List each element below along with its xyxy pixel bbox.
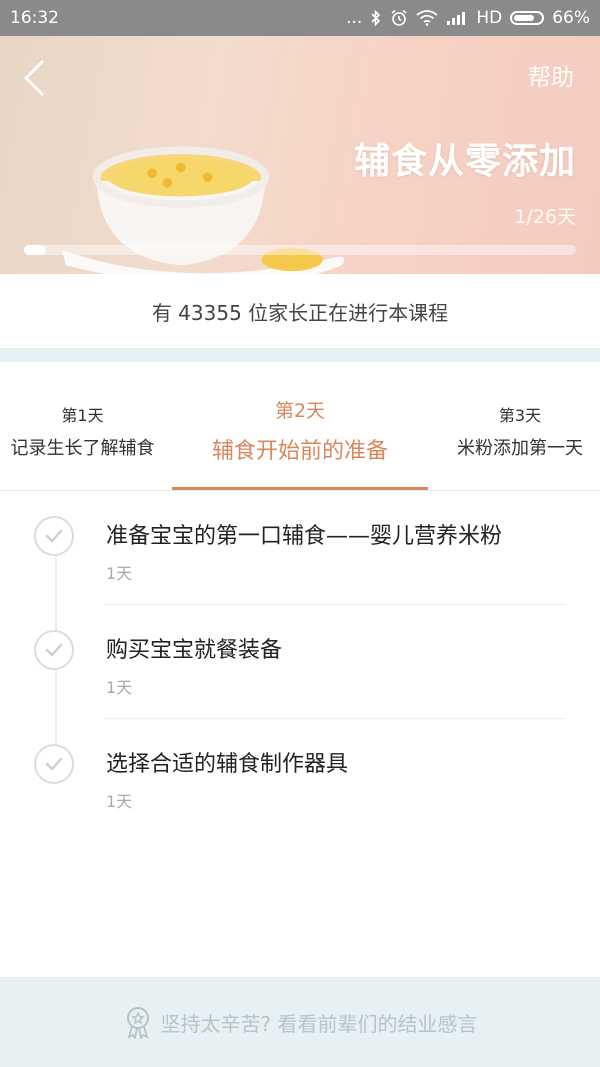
active-tab-indicator (172, 487, 428, 490)
tab-day-3[interactable]: 第3天 米粉添加第一天 (440, 362, 600, 490)
lesson-title: 选择合适的辅食制作器具 (106, 752, 349, 777)
course-hero-banner: 帮助 辅食从零添加 1/26天 (0, 36, 600, 274)
participant-count-text: 有 43355 位家长正在进行本课程 (151, 300, 449, 325)
course-day-counter: 1/26天 (514, 206, 576, 228)
status-dots: ... (346, 8, 363, 28)
award-ribbon-icon (126, 1007, 149, 1039)
testimonials-link-text: 坚持太辛苦? 看看前辈们的结业感言 (160, 1011, 478, 1036)
lesson-title: 购买宝宝就餐装备 (106, 638, 283, 663)
chevron-left-icon (24, 60, 44, 96)
tab-day-label: 第3天 (498, 406, 542, 425)
battery-percent: 66% (552, 8, 590, 28)
course-title: 辅食从零添加 (353, 141, 576, 182)
network-type: HD (476, 8, 503, 28)
help-button[interactable]: 帮助 (528, 58, 574, 92)
tab-title: 米粉添加第一天 (457, 438, 583, 459)
graduation-testimonials-link[interactable]: 坚持太辛苦? 看看前辈们的结业感言 (0, 977, 600, 1067)
back-button[interactable] (18, 56, 58, 100)
lesson-item[interactable]: 准备宝宝的第一口辅食——婴儿营养米粉 1天 (0, 491, 600, 605)
alarm-icon (390, 9, 408, 27)
day-tabs: 第1天 记录生长了解辅食 第2天 辅食开始前的准备 第3天 米粉添加第一天 (0, 362, 600, 491)
bluetooth-icon (370, 9, 382, 27)
battery-icon (510, 11, 545, 25)
check-circle-icon (34, 516, 74, 556)
lesson-duration: 1天 (106, 678, 133, 697)
status-icons: ... HD 66% (346, 8, 590, 28)
status-time: 16:32 (10, 8, 59, 28)
tab-day-1[interactable]: 第1天 记录生长了解辅食 (0, 362, 165, 490)
lesson-duration: 1天 (106, 792, 133, 811)
lesson-duration: 1天 (106, 564, 133, 583)
section-divider (0, 348, 600, 362)
course-progress-bar (24, 245, 576, 255)
lesson-title: 准备宝宝的第一口辅食——婴儿营养米粉 (106, 524, 503, 549)
tab-title: 辅食开始前的准备 (211, 439, 388, 464)
soup-bowl-image (62, 146, 345, 274)
tab-day-label: 第2天 (274, 400, 326, 422)
signal-icon (446, 11, 468, 25)
course-progress-fill (24, 245, 47, 255)
tab-title: 记录生长了解辅食 (10, 438, 155, 459)
status-bar: 16:32 ... HD 66% (0, 0, 600, 36)
check-circle-icon (34, 744, 74, 784)
tab-day-label: 第1天 (61, 406, 104, 425)
tab-day-2[interactable]: 第2天 辅食开始前的准备 (172, 362, 428, 490)
lesson-item[interactable]: 购买宝宝就餐装备 1天 (0, 605, 600, 719)
lesson-item[interactable]: 选择合适的辅食制作器具 1天 (0, 719, 600, 833)
wifi-icon (416, 10, 438, 26)
check-circle-icon (34, 630, 74, 670)
